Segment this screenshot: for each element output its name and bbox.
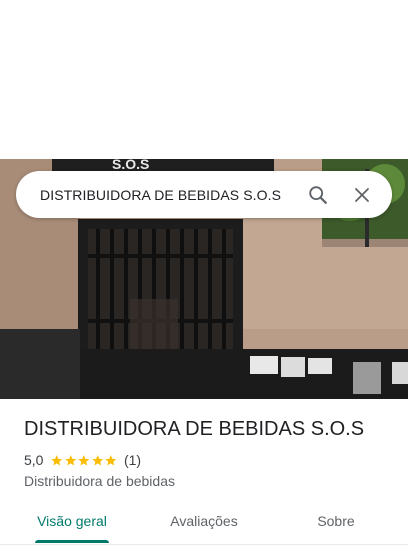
star-icon	[78, 454, 90, 465]
star-icon	[51, 454, 63, 465]
search-button[interactable]	[296, 173, 340, 217]
place-title: DISTRIBUIDORA DE BEBIDAS S.O.S	[24, 418, 365, 440]
rating-row[interactable]: 5,0 (1)	[24, 452, 141, 468]
star-icon	[105, 454, 117, 465]
active-tab-indicator	[35, 540, 109, 543]
rating-stars	[50, 454, 118, 467]
star-icon	[65, 454, 77, 465]
star-icon	[92, 454, 104, 465]
tab-about[interactable]: Sobre	[284, 500, 388, 542]
tab-overview[interactable]: Visão geral	[20, 500, 124, 542]
search-input[interactable]: DISTRIBUIDORA DE BEBIDAS S.O.S	[40, 187, 296, 203]
search-bar[interactable]: DISTRIBUIDORA DE BEBIDAS S.O.S	[16, 171, 392, 218]
tab-reviews[interactable]: Avaliações	[152, 500, 256, 542]
place-tabs: Visão geral Avaliações Sobre	[0, 500, 408, 545]
search-icon	[309, 185, 327, 204]
review-count[interactable]: (1)	[124, 452, 141, 468]
rating-value: 5,0	[24, 452, 44, 468]
place-category: Distribuidora de bebidas	[24, 473, 175, 489]
close-icon	[355, 187, 369, 202]
close-button[interactable]	[340, 173, 384, 217]
